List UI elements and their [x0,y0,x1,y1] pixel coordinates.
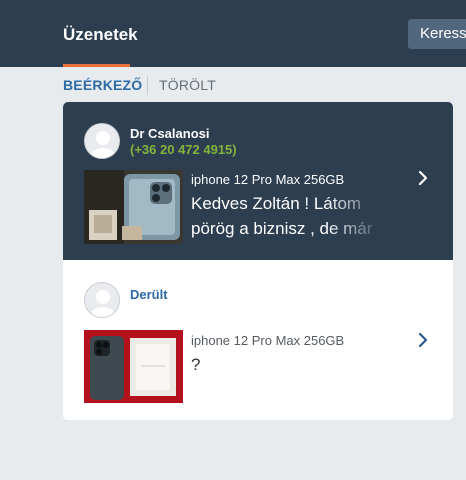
listing-title: iphone 12 Pro Max 256GB [191,333,345,348]
conversation-list: Dr Csalanosi (+36 20 472 4915) iphone 12… [63,102,453,420]
avatar [84,123,120,159]
page-title: Üzenetek [63,25,138,44]
conversation-item[interactable]: Derült iphone 12 Pro Max 256GB ? [63,260,453,420]
avatar [84,282,120,318]
tab-divider [147,76,148,95]
search-button[interactable]: Keress [408,19,466,49]
message-preview: ? [191,355,201,374]
chevron-right-icon[interactable] [417,332,429,348]
iphone-photo-icon [84,170,183,244]
message-preview: Kedves Zoltán ! Látom pörög a biznisz , … [191,191,386,241]
chevron-right-icon[interactable] [417,170,429,186]
tab-inbox[interactable]: BEÉRKEZŐ [63,76,142,94]
listing-thumbnail[interactable] [84,330,183,403]
tab-deleted[interactable]: TÖRÖLT [159,76,216,94]
text-fade [326,191,386,241]
sender-name[interactable]: Derült [130,287,168,303]
active-title-underline [63,64,130,67]
listing-thumbnail[interactable] [84,170,183,244]
conversation-item[interactable]: Dr Csalanosi (+36 20 472 4915) iphone 12… [63,102,453,260]
user-silhouette-icon [90,290,116,317]
listing-title: iphone 12 Pro Max 256GB [191,172,345,187]
sender-name[interactable]: Dr Csalanosi [130,126,209,142]
user-silhouette-icon [90,131,116,158]
sender-phone: (+36 20 472 4915) [130,142,237,157]
iphone-photo-icon [84,330,183,403]
top-bar: Üzenetek Keress [0,0,466,67]
